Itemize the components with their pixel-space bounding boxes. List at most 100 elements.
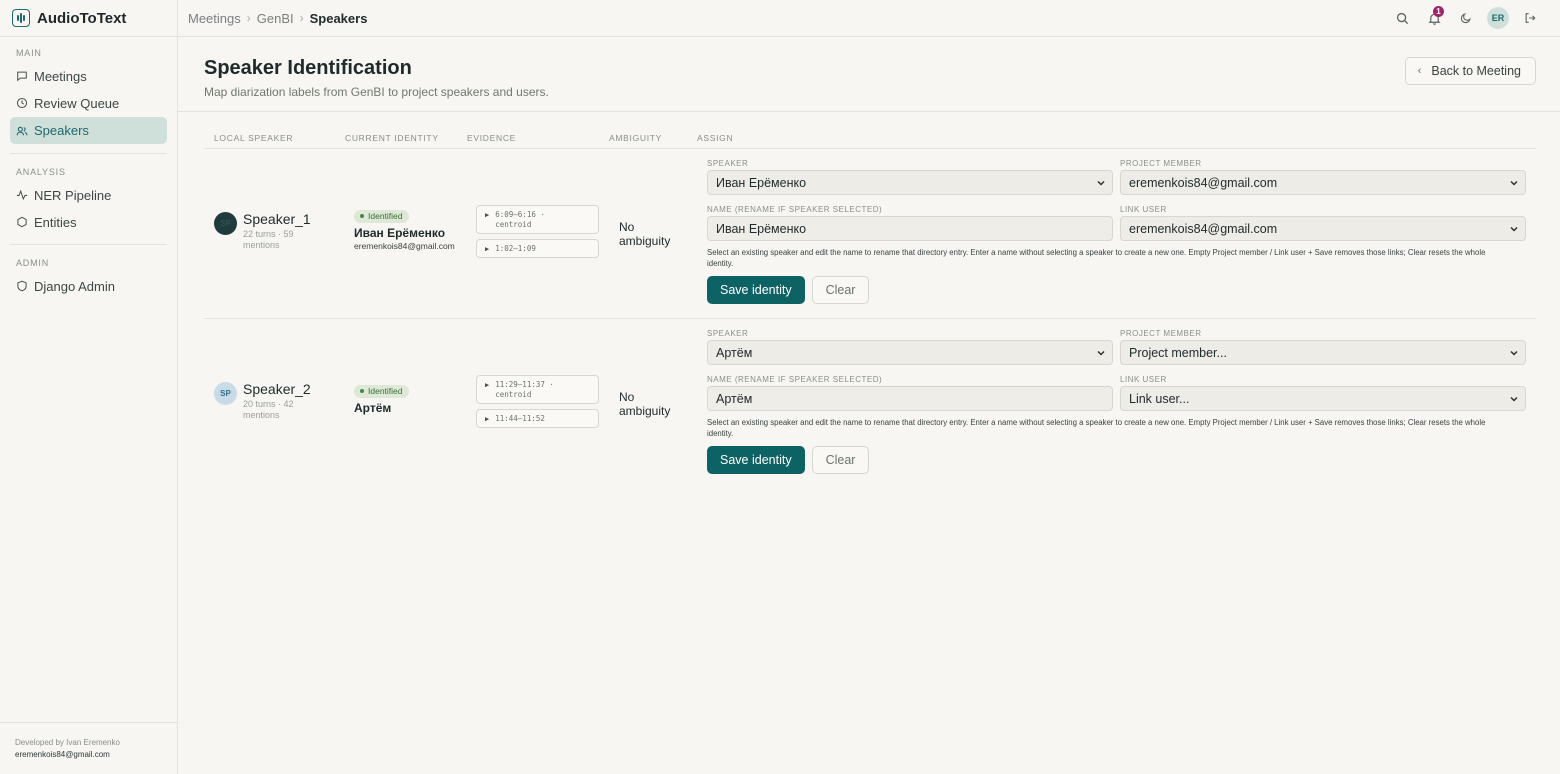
table-row: SP Speaker_2 20 turns · 42 mentions Iden… <box>204 319 1536 489</box>
sidebar: MAIN Meetings Review Queue Speakers ANAL… <box>0 37 178 774</box>
sidebar-divider <box>10 244 167 245</box>
activity-icon <box>16 189 28 201</box>
sidebar-item-django-admin[interactable]: Django Admin <box>10 273 167 299</box>
save-identity-button[interactable]: Save identity <box>707 446 805 474</box>
link-user-select[interactable]: Link user... <box>1120 386 1526 411</box>
speaker-avatar: SP <box>214 382 237 405</box>
sidebar-item-label: NER Pipeline <box>34 187 112 203</box>
project-member-field-label: PROJECT MEMBER <box>1120 329 1202 338</box>
speaker-table: LOCAL SPEAKER CURRENT IDENTITY EVIDENCE … <box>204 127 1536 489</box>
sidebar-item-label: Meetings <box>34 68 87 84</box>
chevron-down-icon <box>1097 350 1105 356</box>
project-member-select-value: eremenkois84@gmail.com <box>1129 175 1278 190</box>
evidence-cell: ▶ 11:29–11:37 · centroid ▶ 11:44–11:52 <box>476 375 599 433</box>
chevron-down-icon <box>1510 180 1518 186</box>
play-icon: ▶ <box>485 381 490 389</box>
sidebar-item-speakers[interactable]: Speakers <box>10 117 167 144</box>
evidence-cell: ▶ 6:09–6:16 · centroid ▶ 1:02–1:09 <box>476 205 599 263</box>
ambiguity-text: No ambiguity <box>619 220 671 248</box>
back-button-label: Back to Meeting <box>1431 64 1521 78</box>
developer-email[interactable]: eremenkois84@gmail.com <box>15 749 162 761</box>
developer-credit: Developed by Ivan Eremenko <box>15 738 120 747</box>
sidebar-section-main: MAIN <box>16 48 42 58</box>
bell-icon[interactable]: 1 <box>1418 2 1450 34</box>
save-identity-button[interactable]: Save identity <box>707 276 805 304</box>
assign-form: SPEAKER Артём PROJECT MEMBER Project mem… <box>707 327 1527 474</box>
brand[interactable]: AudioToText <box>0 0 178 37</box>
column-header-ambiguity: AMBIGUITY <box>609 132 663 143</box>
sidebar-section-analysis: ANALYSIS <box>16 167 66 177</box>
evidence-clip[interactable]: ▶ 11:44–11:52 <box>476 409 599 428</box>
name-input[interactable]: Артём <box>707 386 1113 411</box>
page-header: Speaker Identification Map diarization l… <box>178 37 1560 112</box>
help-text: Select an existing speaker and edit the … <box>707 418 1486 438</box>
breadcrumb-genbi[interactable]: GenBI <box>257 11 294 26</box>
play-icon: ▶ <box>485 245 490 253</box>
shield-icon <box>17 280 27 292</box>
help-text: Select an existing speaker and edit the … <box>707 248 1486 268</box>
sidebar-footer: Developed by Ivan Eremenko eremenkois84@… <box>0 722 177 774</box>
chevron-right-icon: › <box>246 11 251 25</box>
sidebar-item-review-queue[interactable]: Review Queue <box>10 90 167 116</box>
logout-icon[interactable] <box>1514 2 1546 34</box>
ambiguity-text: No ambiguity <box>619 390 671 418</box>
top-bar: AudioToText Meetings › GenBI › Speakers … <box>0 0 1560 37</box>
breadcrumb-speakers: Speakers <box>309 10 368 26</box>
name-field-label: NAME (RENAME IF SPEAKER SELECTED) <box>707 205 883 214</box>
project-member-select[interactable]: eremenkois84@gmail.com <box>1120 170 1526 195</box>
speaker-select[interactable]: Артём <box>707 340 1113 365</box>
assign-form: SPEAKER Иван Ерёменко PROJECT MEMBER ere… <box>707 157 1527 304</box>
notification-badge: 1 <box>1433 6 1444 17</box>
local-speaker-cell: SP Speaker_1 22 turns · 59 mentions <box>214 211 313 251</box>
breadcrumb-meetings[interactable]: Meetings <box>188 11 241 26</box>
hexagon-icon <box>17 216 27 228</box>
speaker-select[interactable]: Иван Ерёменко <box>707 170 1113 195</box>
sidebar-item-label: Review Queue <box>34 95 120 111</box>
speaker-field-label: SPEAKER <box>707 159 749 168</box>
link-user-select-value: eremenkois84@gmail.com <box>1129 221 1278 236</box>
user-menu[interactable]: ER <box>1482 2 1514 34</box>
search-icon[interactable] <box>1386 2 1418 34</box>
chevron-down-icon <box>1510 396 1518 402</box>
identity-name: Иван Ерёменко <box>354 225 446 240</box>
evidence-range: 6:09–6:16 · <box>495 210 545 219</box>
evidence-clip[interactable]: ▶ 1:02–1:09 <box>476 239 599 258</box>
column-header-evidence: EVIDENCE <box>467 132 517 143</box>
speaker-stats: 20 turns · 42 mentions <box>243 399 294 420</box>
sidebar-item-meetings[interactable]: Meetings <box>10 63 167 89</box>
sidebar-item-label: Speakers <box>34 123 89 138</box>
clear-button[interactable]: Clear <box>811 276 870 304</box>
status-badge: Identified <box>354 384 409 398</box>
speaker-label: Speaker_1 <box>243 211 311 227</box>
evidence-clip[interactable]: ▶ 11:29–11:37 · centroid <box>476 375 599 404</box>
evidence-clip[interactable]: ▶ 6:09–6:16 · centroid <box>476 205 599 234</box>
app-name: AudioToText <box>37 9 127 27</box>
evidence-range: 11:29–11:37 · <box>495 380 554 389</box>
audio-logo-icon <box>12 9 30 27</box>
clear-button[interactable]: Clear <box>811 446 870 474</box>
project-member-select-value: Project member... <box>1129 345 1227 360</box>
identity-name: Артём <box>354 400 392 415</box>
name-input[interactable]: Иван Ерёменко <box>707 216 1113 241</box>
sidebar-section-admin: ADMIN <box>16 258 49 268</box>
link-user-select[interactable]: eremenkois84@gmail.com <box>1120 216 1526 241</box>
link-user-select-value: Link user... <box>1129 391 1190 406</box>
table-header: LOCAL SPEAKER CURRENT IDENTITY EVIDENCE … <box>204 127 1536 149</box>
local-speaker-cell: SP Speaker_2 20 turns · 42 mentions <box>214 381 313 421</box>
evidence-range: 11:44–11:52 <box>495 414 545 423</box>
column-header-current-identity: CURRENT IDENTITY <box>345 132 439 143</box>
table-row: SP Speaker_1 22 turns · 59 mentions Iden… <box>204 149 1536 319</box>
play-icon: ▶ <box>485 415 490 423</box>
project-member-field-label: PROJECT MEMBER <box>1120 159 1202 168</box>
sidebar-item-ner-pipeline[interactable]: NER Pipeline <box>10 182 167 208</box>
project-member-select[interactable]: Project member... <box>1120 340 1526 365</box>
avatar: ER <box>1487 7 1509 29</box>
back-to-meeting-button[interactable]: ‹ Back to Meeting <box>1404 57 1536 85</box>
evidence-tag: centroid <box>495 390 532 399</box>
sidebar-item-label: Entities <box>34 214 77 230</box>
speaker-select-value: Артём <box>716 345 753 360</box>
play-icon: ▶ <box>485 211 490 219</box>
status-badge: Identified <box>354 209 409 223</box>
moon-icon[interactable] <box>1450 2 1482 34</box>
sidebar-item-entities[interactable]: Entities <box>10 209 167 235</box>
